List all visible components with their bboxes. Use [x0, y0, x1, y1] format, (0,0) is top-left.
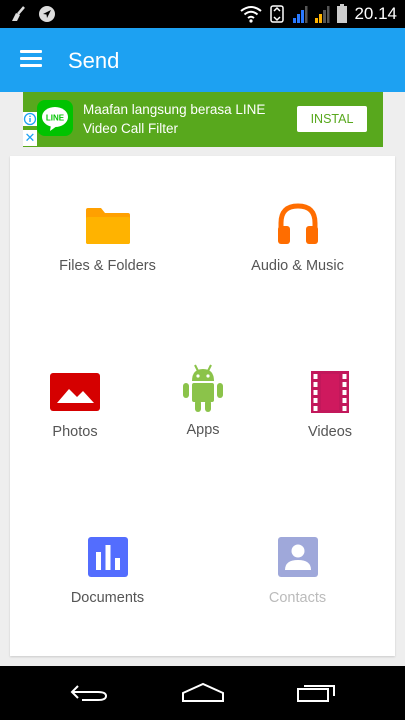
- tile-label: Videos: [307, 424, 353, 440]
- contact-card-icon: [277, 537, 318, 577]
- tile-photos[interactable]: Photos: [30, 372, 120, 440]
- ad-banner[interactable]: ✕ LINE Maafan langsung berasa LINE Video…: [23, 92, 383, 147]
- tile-label: Documents: [70, 590, 145, 606]
- battery-icon: [337, 4, 348, 23]
- ad-text: Maafan langsung berasa LINE Video Call F…: [83, 102, 266, 136]
- tile-videos[interactable]: Videos: [285, 370, 375, 440]
- data-icon: [270, 5, 285, 23]
- tile-label: Contacts: [268, 590, 327, 606]
- tile-apps[interactable]: Apps: [158, 362, 248, 438]
- status-bar: 20.14: [0, 0, 405, 28]
- back-icon[interactable]: [68, 683, 110, 703]
- line-logo: LINE: [37, 100, 73, 136]
- tile-label: Files & Folders: [59, 258, 156, 274]
- film-icon: [311, 371, 349, 413]
- headphones-icon: [277, 203, 318, 244]
- svg-text:LINE: LINE: [46, 114, 65, 123]
- signal-1-icon: [293, 6, 308, 23]
- ad-info-icon[interactable]: [23, 112, 37, 126]
- ad-close-icon[interactable]: ✕: [23, 130, 37, 146]
- status-time: 20.14: [354, 4, 397, 23]
- tile-label: Audio & Music: [251, 258, 344, 274]
- ad-install-button[interactable]: INSTAL: [297, 106, 367, 132]
- hamburger-menu-icon[interactable]: [20, 50, 42, 68]
- tile-documents[interactable]: Documents: [50, 536, 165, 606]
- recent-apps-icon[interactable]: [296, 681, 338, 703]
- tile-audio-music[interactable]: Audio & Music: [240, 201, 355, 274]
- system-nav-bar: [0, 666, 405, 720]
- send-category-grid: Files & Folders Audio & Music Photos App…: [10, 156, 395, 656]
- wifi-icon: [240, 6, 263, 23]
- tile-label: Photos: [52, 424, 98, 440]
- app-bar: Send: [0, 28, 405, 92]
- signal-2-icon: [315, 6, 330, 23]
- tile-contacts[interactable]: Contacts: [240, 536, 355, 606]
- home-icon[interactable]: [180, 681, 226, 703]
- tile-files-folders[interactable]: Files & Folders: [50, 206, 165, 274]
- broom-icon: [12, 6, 25, 21]
- photo-icon: [50, 373, 100, 411]
- bar-chart-icon: [87, 537, 128, 577]
- navigation-icon: [39, 6, 55, 22]
- folder-icon: [85, 208, 130, 244]
- android-icon: [183, 364, 223, 412]
- tile-label: Apps: [186, 422, 220, 438]
- page-title: Send: [68, 48, 120, 73]
